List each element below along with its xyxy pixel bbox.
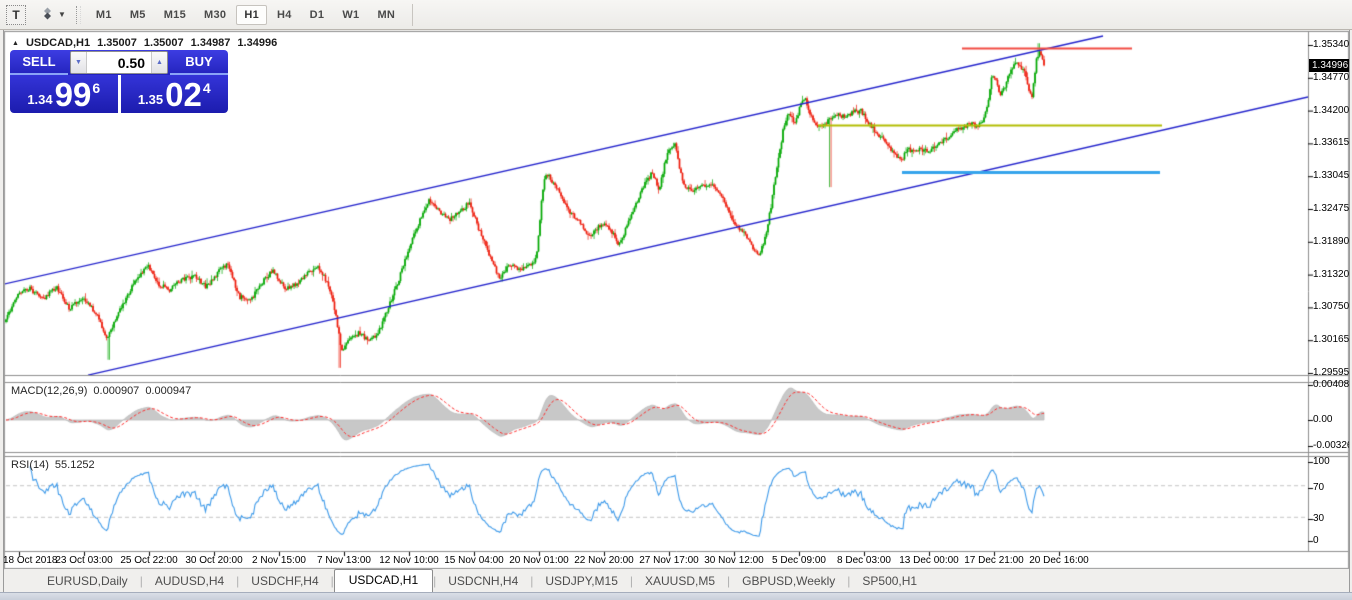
price-axis-label: 1.31320 bbox=[1313, 270, 1349, 280]
timeframe-button-h4[interactable]: H4 bbox=[269, 6, 300, 24]
time-axis-label: 12 Nov 10:00 bbox=[379, 556, 439, 566]
timeframe-button-d1[interactable]: D1 bbox=[302, 6, 333, 24]
time-axis-label: 5 Dec 09:00 bbox=[772, 556, 826, 566]
time-axis-label: 25 Oct 22:00 bbox=[120, 556, 177, 566]
price-axis-label: 1.30165 bbox=[1313, 335, 1349, 345]
timeframe-button-mn[interactable]: MN bbox=[369, 6, 403, 24]
timeframe-button-m1[interactable]: M1 bbox=[88, 6, 120, 24]
buy-price-prefix: 1.35 bbox=[138, 92, 163, 107]
time-axis-label: 2 Nov 15:00 bbox=[252, 556, 306, 566]
one-click-trading-widget: SELL ▼ 0.50 ▲ BUY 1.34 99 6 1.35 02 4 bbox=[10, 50, 228, 113]
macd-indicator-label: MACD(12,26,9) 0.000907 0.000947 bbox=[11, 385, 191, 397]
ohlc-low: 1.34987 bbox=[191, 37, 231, 49]
time-axis-label: 8 Dec 03:00 bbox=[837, 556, 891, 566]
collapse-panel-icon[interactable]: ▲ bbox=[12, 40, 19, 47]
time-axis-label: 15 Nov 04:00 bbox=[444, 556, 504, 566]
ohlc-open: 1.35007 bbox=[97, 37, 137, 49]
chart-tab-gbpusd-weekly[interactable]: GBPUSD,Weekly bbox=[730, 571, 847, 592]
price-axis-label: 1.31890 bbox=[1313, 237, 1349, 247]
chart-tab-usdchf-h4[interactable]: USDCHF,H4 bbox=[239, 571, 330, 592]
terminal-window: T ▼ M1M5M15M30H1H4D1W1MN ▲ USDCAD,H1 1.3… bbox=[0, 0, 1352, 600]
rsi-axis-label: 70 bbox=[1313, 483, 1324, 493]
timeframe-button-m30[interactable]: M30 bbox=[196, 6, 234, 24]
chart-tab-xauusd-m5[interactable]: XAUUSD,M5 bbox=[633, 571, 727, 592]
time-axis-label: 20 Nov 01:00 bbox=[509, 556, 569, 566]
macd-axis-label: 0.004083 bbox=[1313, 380, 1352, 390]
buy-price-pip: 4 bbox=[203, 80, 211, 96]
ohlc-close: 1.34996 bbox=[237, 37, 277, 49]
toolbar: T ▼ M1M5M15M30H1H4D1W1MN bbox=[0, 0, 1352, 30]
timeframe-button-h1[interactable]: H1 bbox=[236, 5, 267, 25]
price-axis-label: 1.30750 bbox=[1313, 302, 1349, 312]
sell-price-pip: 6 bbox=[92, 80, 100, 96]
volume-decrement-icon[interactable]: ▼ bbox=[71, 52, 87, 73]
volume-increment-icon[interactable]: ▲ bbox=[151, 52, 167, 73]
price-axis-label: 1.33615 bbox=[1313, 138, 1349, 148]
buy-price-display[interactable]: 1.35 02 4 bbox=[121, 75, 229, 113]
text-tool-button[interactable]: T bbox=[6, 5, 26, 25]
rsi-value: 55.1252 bbox=[55, 459, 95, 471]
chart-tab-usdcnh-h4[interactable]: USDCNH,H4 bbox=[436, 571, 530, 592]
time-axis-label: 17 Dec 21:00 bbox=[964, 556, 1024, 566]
time-axis-label: 27 Nov 17:00 bbox=[639, 556, 699, 566]
macd-main-value: 0.000907 bbox=[93, 385, 139, 397]
chart-tab-eurusd-daily[interactable]: EURUSD,Daily bbox=[35, 571, 140, 592]
price-axis-label: 1.33045 bbox=[1313, 171, 1349, 181]
volume-spinner: ▼ 0.50 ▲ bbox=[70, 51, 168, 74]
toolbar-separator bbox=[412, 4, 413, 26]
chart-tab-audusd-h4[interactable]: AUDUSD,H4 bbox=[143, 571, 236, 592]
volume-input[interactable]: 0.50 bbox=[87, 52, 151, 73]
time-axis-label: 23 Oct 03:00 bbox=[55, 556, 112, 566]
rsi-axis-label: 100 bbox=[1313, 457, 1330, 467]
timeframe-button-w1[interactable]: W1 bbox=[334, 6, 367, 24]
rsi-axis-label: 0 bbox=[1313, 536, 1319, 546]
timeframe-button-m5[interactable]: M5 bbox=[122, 6, 154, 24]
time-axis-label: 7 Nov 13:00 bbox=[317, 556, 371, 566]
chart-symbol-period: USDCAD,H1 bbox=[26, 37, 90, 49]
time-axis-label: 13 Dec 00:00 bbox=[899, 556, 959, 566]
cycle-arrows-icon bbox=[40, 6, 55, 24]
sell-price-display[interactable]: 1.34 99 6 bbox=[10, 75, 118, 113]
chart-tab-bar: EURUSD,Daily|AUDUSD,H4|USDCHF,H4|USDCAD,… bbox=[5, 569, 1349, 592]
dropdown-caret-icon: ▼ bbox=[58, 10, 66, 19]
chart-tab-usdjpy-m15[interactable]: USDJPY,M15 bbox=[533, 571, 629, 592]
buy-button[interactable]: BUY bbox=[170, 50, 228, 75]
buy-price-big: 02 bbox=[165, 80, 202, 110]
macd-axis-label: 0.00 bbox=[1313, 415, 1332, 425]
current-price-tag: 1.34996 bbox=[1309, 59, 1352, 72]
sell-price-prefix: 1.34 bbox=[27, 92, 52, 107]
time-axis-label: 22 Nov 20:00 bbox=[574, 556, 634, 566]
sell-price-big: 99 bbox=[55, 80, 92, 110]
chart-tab-usdcad-h1[interactable]: USDCAD,H1 bbox=[334, 569, 433, 593]
price-axis-label: 1.34200 bbox=[1313, 106, 1349, 116]
time-axis-label: 30 Nov 12:00 bbox=[704, 556, 764, 566]
price-axis-label: 1.34770 bbox=[1313, 73, 1349, 83]
status-strip bbox=[0, 592, 1352, 600]
window-frame-left bbox=[0, 30, 4, 592]
ohlc-high: 1.35007 bbox=[144, 37, 184, 49]
rsi-indicator-label: RSI(14) 55.1252 bbox=[11, 459, 95, 471]
objects-tool-button[interactable]: ▼ bbox=[40, 5, 66, 25]
price-axis-label: 1.29595 bbox=[1313, 368, 1349, 378]
macd-axis-label: -0.003262 bbox=[1313, 441, 1352, 451]
macd-name: MACD(12,26,9) bbox=[11, 385, 87, 397]
price-axis-label: 1.32475 bbox=[1313, 204, 1349, 214]
price-axis-label: 1.35340 bbox=[1313, 40, 1349, 50]
chart-tab-sp500-h1[interactable]: SP500,H1 bbox=[850, 571, 929, 592]
time-axis-label: 18 Oct 2018 bbox=[3, 556, 57, 566]
toolbar-grip bbox=[76, 6, 81, 24]
time-axis-label: 30 Oct 20:00 bbox=[185, 556, 242, 566]
tab-list: EURUSD,Daily|AUDUSD,H4|USDCHF,H4|USDCAD,… bbox=[35, 569, 929, 592]
chart-header: ▲ USDCAD,H1 1.35007 1.35007 1.34987 1.34… bbox=[12, 37, 277, 49]
sell-button[interactable]: SELL bbox=[10, 50, 68, 75]
rsi-axis-label: 30 bbox=[1313, 514, 1324, 524]
time-axis-label: 20 Dec 16:00 bbox=[1029, 556, 1089, 566]
macd-signal-value: 0.000947 bbox=[145, 385, 191, 397]
rsi-name: RSI(14) bbox=[11, 459, 49, 471]
timeframe-button-m15[interactable]: M15 bbox=[156, 6, 194, 24]
timeframe-toolbar: M1M5M15M30H1H4D1W1MN bbox=[87, 0, 404, 30]
